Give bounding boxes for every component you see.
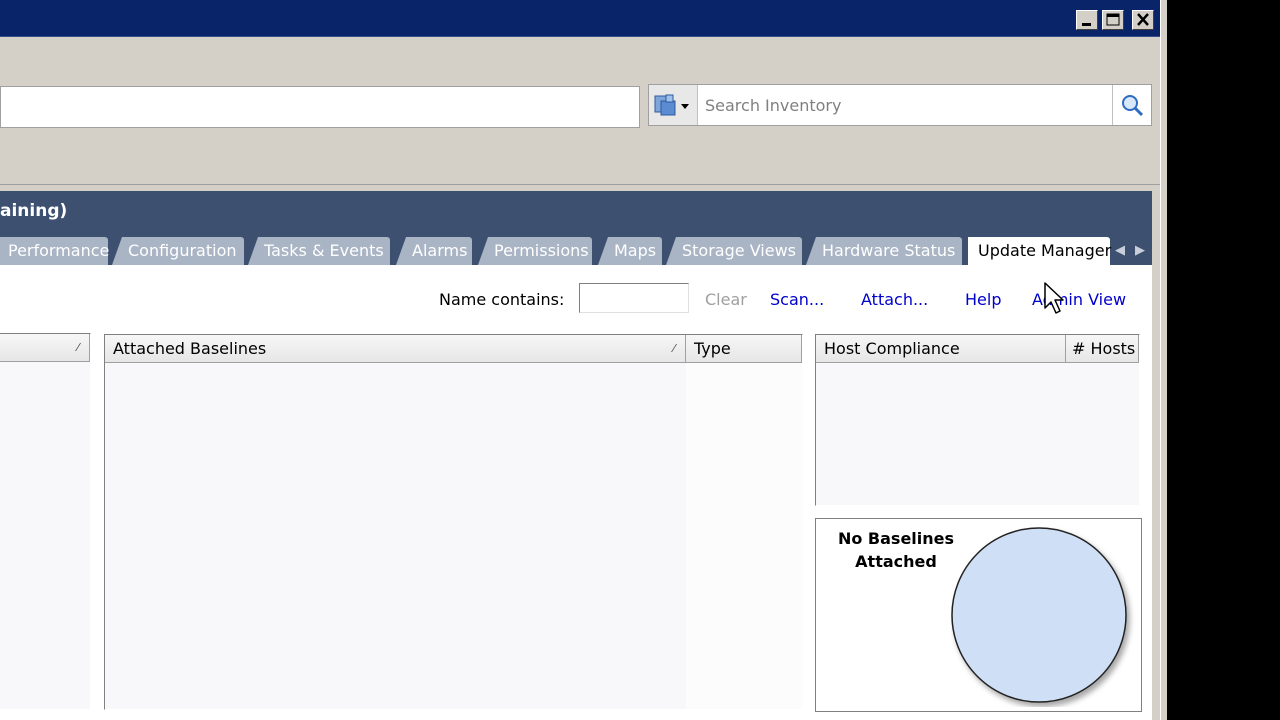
address-bar[interactable]: [0, 86, 640, 128]
clear-link[interactable]: Clear: [705, 290, 747, 310]
column-label: Host Compliance: [824, 339, 960, 358]
mouse-cursor-icon: [1044, 282, 1064, 314]
column-label: # Hosts: [1072, 339, 1136, 358]
chart-caption-line1: No Baselines: [837, 529, 955, 548]
search-icon: [1122, 95, 1144, 117]
tab-label: Permissions: [494, 241, 589, 260]
attached-baselines-table: Attached Baselines ⁄ Type: [104, 334, 803, 710]
chart-caption: No Baselines Attached: [826, 527, 966, 573]
tab-scroll-right-icon[interactable]: ▶: [1135, 243, 1145, 258]
update-manager-toolbar: Name contains: Clear Scan... Attach... H…: [0, 265, 1152, 331]
tab-alarms[interactable]: Alarms: [396, 237, 472, 265]
tab-scroll-left-icon[interactable]: ◀: [1115, 243, 1125, 258]
tab-performance[interactable]: Performance: [0, 237, 110, 265]
maximize-button[interactable]: [1102, 10, 1124, 30]
tab-configuration[interactable]: Configuration: [112, 237, 244, 265]
search-scope-dropdown[interactable]: [649, 85, 698, 125]
column-label: Type: [694, 339, 731, 358]
tab-label: Storage Views: [682, 241, 796, 260]
tab-strip: Performance Configuration Tasks & Events…: [0, 231, 1152, 265]
tab-label: Tasks & Events: [264, 241, 384, 260]
window-titlebar: [0, 0, 1160, 37]
maximize-icon: [1106, 13, 1120, 26]
tab-permissions[interactable]: Permissions: [478, 237, 592, 265]
vsphere-client-window: aining) Performance Configuration Tasks …: [0, 0, 1166, 720]
name-contains-label: Name contains:: [439, 290, 565, 309]
inventory-scope-icon: [654, 94, 689, 116]
tab-label: Hardware Status: [822, 241, 956, 260]
inventory-tree-panel: ⁄: [0, 333, 91, 710]
search-button[interactable]: [1112, 85, 1151, 125]
search-input[interactable]: [699, 85, 1113, 125]
scan-link[interactable]: Scan...: [770, 290, 824, 310]
type-column-header[interactable]: Type: [686, 335, 802, 363]
attached-baselines-column-header[interactable]: Attached Baselines ⁄: [105, 335, 686, 363]
object-title: aining): [0, 191, 1152, 231]
tab-update-manager[interactable]: Update Manager: [968, 237, 1112, 265]
name-contains-input[interactable]: [579, 283, 689, 313]
type-column-body: [686, 363, 802, 709]
host-compliance-column-header[interactable]: Host Compliance: [816, 335, 1066, 363]
sort-icon: ⁄: [673, 342, 675, 355]
host-compliance-table: Host Compliance # Hosts: [815, 334, 1140, 506]
column-label: Attached Baselines: [113, 339, 267, 358]
tab-label: Alarms: [412, 241, 468, 260]
tab-storage-views[interactable]: Storage Views: [666, 237, 802, 265]
minimize-button[interactable]: [1076, 10, 1098, 30]
help-link[interactable]: Help: [965, 290, 1001, 310]
tab-hardware-status[interactable]: Hardware Status: [806, 237, 962, 265]
close-button[interactable]: [1132, 10, 1154, 30]
compliance-pie-chart: [951, 527, 1127, 703]
search-box: [648, 84, 1152, 126]
hosts-count-column-header[interactable]: # Hosts: [1066, 335, 1139, 363]
tab-label: Configuration: [128, 241, 237, 260]
chart-caption-line2: Attached: [855, 552, 937, 571]
tab-label: Performance: [8, 241, 110, 260]
tree-column-header[interactable]: ⁄: [0, 334, 90, 362]
compliance-chart-panel: No Baselines Attached: [815, 518, 1142, 712]
tab-maps[interactable]: Maps: [598, 237, 662, 265]
window-right-border: [1160, 0, 1167, 720]
tab-tasks-events[interactable]: Tasks & Events: [248, 237, 390, 265]
attach-link[interactable]: Attach...: [861, 290, 928, 310]
tab-label: Maps: [614, 241, 657, 260]
sort-icon: ⁄: [77, 341, 79, 354]
close-icon: [1137, 13, 1149, 26]
minimize-icon: [1082, 23, 1091, 26]
tab-label: Update Manager: [978, 241, 1112, 260]
toolbar-separator: [0, 184, 1160, 185]
pie-slice-empty: [951, 527, 1127, 703]
